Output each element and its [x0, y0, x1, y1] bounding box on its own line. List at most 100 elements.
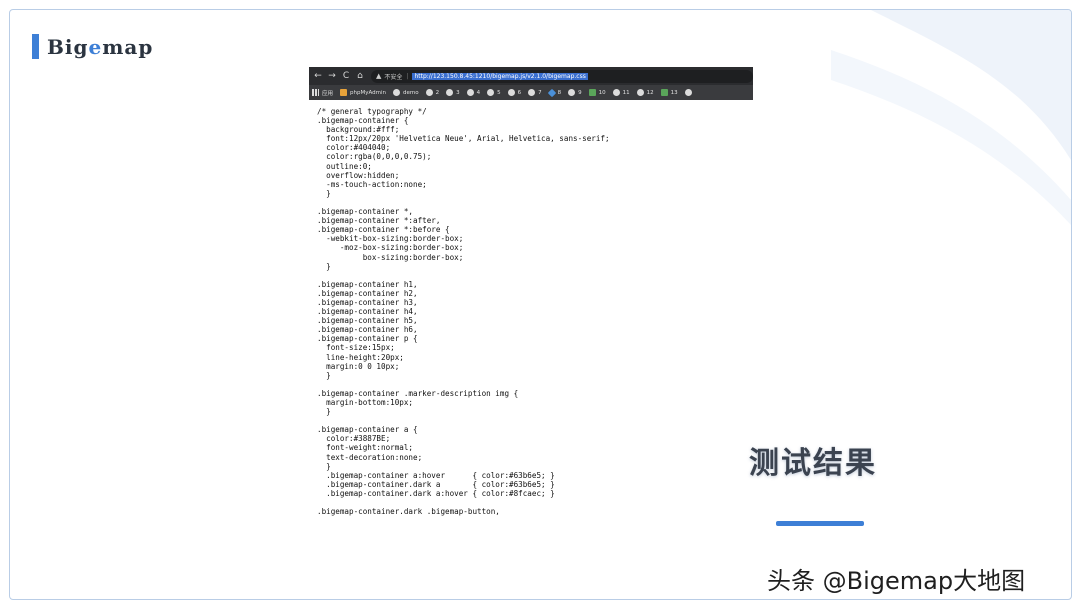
code-line: box-sizing:border-box; — [317, 252, 464, 262]
forward-icon[interactable]: → — [325, 71, 339, 81]
bookmark-item[interactable]: 10 — [588, 89, 606, 96]
brand-accent-bar — [32, 34, 39, 59]
code-line: font-weight:normal; — [317, 443, 414, 453]
globe-icon — [425, 89, 433, 96]
bookmark-item[interactable]: phpMyAdmin — [340, 89, 386, 96]
code-line: color:#3887BE; — [317, 434, 391, 444]
bookmark-label: 11 — [622, 89, 630, 96]
bookmark-item[interactable]: 应用 — [312, 89, 333, 97]
browser-address-bar: ← → C ⌂ ▲ 不安全 | http://123.150.8.45:1210… — [309, 67, 753, 85]
code-line: .bigemap-container a:hover { color:#63b6… — [317, 470, 555, 480]
url-input[interactable]: ▲ 不安全 | http://123.150.8.45:1210/bigemap… — [371, 69, 753, 83]
bookmark-label: demo — [403, 89, 419, 96]
warning-icon: ▲ — [376, 72, 382, 80]
code-line: .bigemap-container.dark .bigemap-button, — [317, 507, 500, 517]
bookmark-item[interactable]: 12 — [636, 89, 654, 96]
brand-logo: Bigemap — [32, 34, 153, 59]
bookmark-item[interactable]: 3 — [446, 89, 460, 96]
watermark: 头条 @Bigemap大地图 — [767, 567, 1026, 595]
apps-grid-icon — [312, 89, 319, 96]
code-line: } — [317, 461, 331, 471]
bookmark-item[interactable]: 9 — [568, 89, 582, 96]
globe-icon — [466, 89, 474, 96]
bookmark-label: 12 — [646, 89, 654, 96]
result-title: 测试结果 — [749, 446, 877, 481]
code-line: font-size:15px; — [317, 343, 395, 353]
code-line: -webkit-box-sizing:border-box; — [317, 234, 464, 244]
reload-icon[interactable]: C — [339, 71, 353, 81]
phpmyadmin-icon — [340, 89, 348, 96]
code-line: .bigemap-container h6, — [317, 325, 418, 335]
code-line: background:#fff; — [317, 125, 400, 135]
code-line: color:#404040; — [317, 143, 391, 153]
code-line: } — [317, 407, 331, 417]
code-line: } — [317, 188, 331, 198]
globe-icon — [487, 89, 495, 96]
code-line: .bigemap-container *, — [317, 207, 414, 217]
code-line: margin-bottom:10px; — [317, 398, 414, 407]
back-icon[interactable]: ← — [311, 71, 325, 81]
browser-screenshot: ← → C ⌂ ▲ 不安全 | http://123.150.8.45:1210… — [309, 67, 753, 532]
code-line: .bigemap-container { — [317, 116, 409, 126]
bookmark-label: 6 — [517, 89, 522, 96]
code-line: .bigemap-container.dark a { color:#63b6e… — [317, 479, 555, 489]
diamond-icon — [547, 88, 556, 97]
code-line: color:rgba(0,0,0,0.75); — [317, 152, 432, 162]
code-line: .bigemap-container a { — [317, 425, 418, 435]
bookmark-item[interactable] — [684, 89, 695, 96]
code-line: overflow:hidden; — [317, 170, 400, 180]
bookmark-label: 10 — [598, 89, 606, 96]
globe-icon — [636, 89, 644, 96]
bookmark-label: 4 — [476, 89, 481, 96]
code-line: .bigemap-container h1, — [317, 279, 418, 289]
bookmark-item[interactable]: 6 — [507, 89, 522, 96]
url-separator: | — [406, 72, 409, 80]
code-line: .bigemap-container *:before { — [317, 225, 450, 235]
globe-icon — [612, 89, 620, 96]
bookmark-item[interactable]: 4 — [466, 89, 481, 96]
home-icon[interactable]: ⌂ — [353, 71, 367, 81]
code-line: font:12px/20px 'Helvetica Neue', Arial, … — [317, 134, 610, 144]
code-line: .bigemap-container h4, — [317, 307, 418, 317]
globe-icon — [568, 89, 576, 96]
code-line: .bigemap-container h2, — [317, 288, 418, 298]
bookmark-label: 13 — [670, 89, 678, 96]
code-line: text-decoration:none; — [317, 452, 423, 462]
bookmark-item[interactable]: 2 — [425, 89, 440, 96]
image-icon — [660, 89, 668, 96]
globe-icon — [684, 89, 692, 96]
globe-icon — [446, 89, 454, 96]
globe-icon — [507, 89, 515, 96]
bookmark-label: 8 — [557, 89, 562, 96]
code-line: /* general typography */ — [317, 107, 427, 116]
image-icon — [588, 89, 596, 96]
bookmark-label: 7 — [538, 89, 542, 96]
code-line: .bigemap-container h5, — [317, 316, 418, 326]
code-line: .bigemap-container .marker-description i… — [317, 388, 519, 398]
bookmark-item[interactable]: demo — [393, 89, 419, 96]
code-line: margin:0 0 10px; — [317, 361, 400, 371]
bookmark-label: 2 — [435, 89, 440, 96]
url-text: http://123.150.8.45:1210/bigemap.js/v2.1… — [412, 72, 588, 80]
bookmark-item[interactable]: 11 — [612, 89, 630, 96]
bookmark-label: phpMyAdmin — [350, 89, 387, 96]
bookmark-item[interactable]: 7 — [528, 89, 542, 96]
bookmark-item[interactable]: 13 — [660, 89, 678, 96]
bookmark-item[interactable]: 5 — [487, 89, 501, 96]
css-source-view: /* general typography */.bigemap-contain… — [309, 100, 753, 516]
bookmark-label: 5 — [497, 89, 501, 96]
bookmarks-bar: 应用 phpMyAdmin demo 2 3 4 5 6 7 8 9 10 11 12 13 — [309, 85, 753, 100]
code-line: .bigemap-container.dark a:hover { color:… — [317, 488, 555, 498]
code-line: } — [317, 370, 331, 380]
globe-icon — [393, 89, 401, 96]
code-line: -ms-touch-action:none; — [317, 179, 427, 189]
bookmark-item[interactable]: 8 — [547, 88, 562, 97]
code-line: line-height:20px; — [317, 352, 404, 362]
bookmark-label: 9 — [578, 89, 582, 96]
decorative-swoosh — [831, 10, 1071, 225]
code-line: .bigemap-container h3, — [317, 297, 418, 307]
